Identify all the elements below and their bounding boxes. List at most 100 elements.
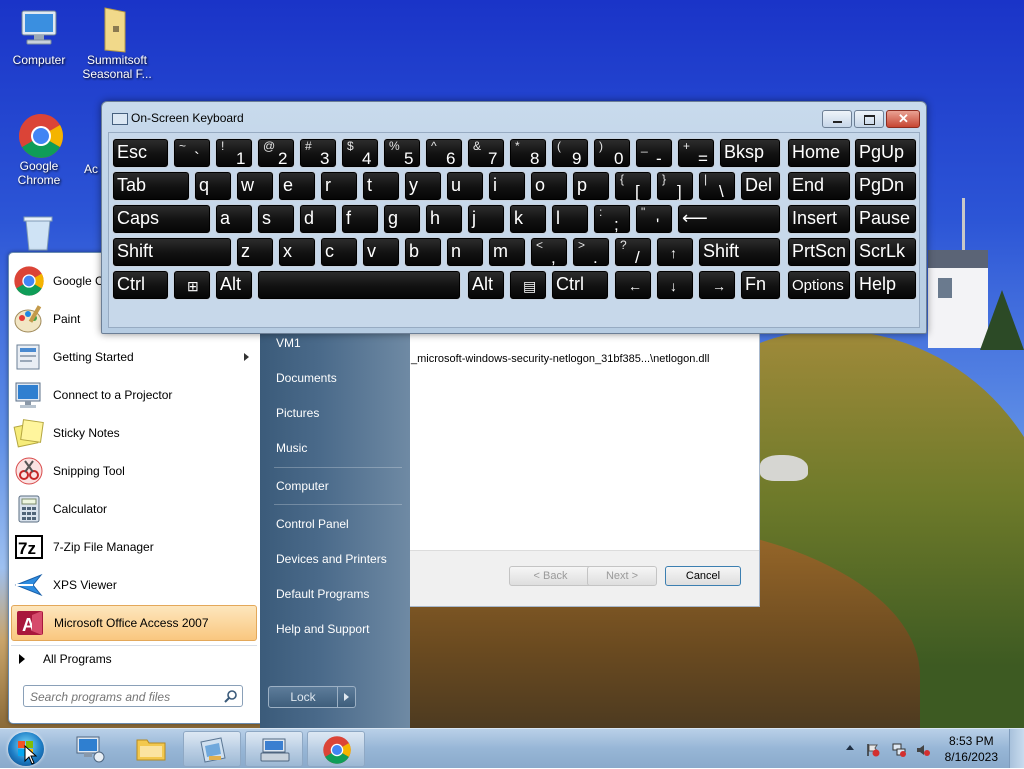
key-space[interactable] — [257, 270, 461, 300]
key-.[interactable]: >. — [572, 237, 610, 267]
key-0[interactable]: ) 0 — [593, 138, 631, 168]
desktop-icon-google-chrome[interactable]: Google Chrome — [1, 112, 77, 187]
key-4[interactable]: $4 — [341, 138, 379, 168]
key-9[interactable]: (9 — [551, 138, 589, 168]
key-caps[interactable]: Caps — [112, 204, 211, 234]
key-x[interactable]: x — [278, 237, 316, 267]
key-e[interactable]: e — [278, 171, 316, 201]
key-fn[interactable]: Fn — [740, 270, 781, 300]
key-\[interactable]: | \ — [698, 171, 736, 201]
key-prtscn[interactable]: PrtScn — [787, 237, 851, 267]
program-calculator[interactable]: Calculator — [11, 491, 257, 527]
lock-button[interactable]: Lock — [268, 686, 338, 708]
key-del[interactable]: Del — [740, 171, 781, 201]
taskbar-item-wizard[interactable] — [183, 731, 241, 767]
key-ctrl[interactable]: Ctrl — [551, 270, 609, 300]
network-tray-icon[interactable] — [892, 743, 906, 757]
key-w[interactable]: w — [236, 171, 274, 201]
key-esc[interactable]: Esc — [112, 138, 169, 168]
key-pgdn[interactable]: PgDn — [854, 171, 917, 201]
program-connect-projector[interactable]: Connect to a Projector — [11, 377, 257, 413]
key-insert[interactable]: Insert — [787, 204, 851, 234]
key-q[interactable]: q — [194, 171, 232, 201]
key-][interactable]: }] — [656, 171, 694, 201]
key-y[interactable]: y — [404, 171, 442, 201]
search-box[interactable] — [23, 685, 243, 707]
key-pgup[interactable]: PgUp — [854, 138, 917, 168]
key-j[interactable]: j — [467, 204, 505, 234]
key-help[interactable]: Help — [854, 270, 917, 300]
key-s[interactable]: s — [257, 204, 295, 234]
key-right-arrow[interactable]: → — [698, 270, 736, 300]
key-bksp[interactable]: Bksp — [719, 138, 781, 168]
key-n[interactable]: n — [446, 237, 484, 267]
key-i[interactable]: i — [488, 171, 526, 201]
search-input[interactable] — [28, 687, 222, 707]
key-u[interactable]: u — [446, 171, 484, 201]
start-item-pictures[interactable]: Pictures — [266, 398, 404, 428]
start-item-control-panel[interactable]: Control Panel — [266, 509, 404, 539]
maximize-button[interactable] — [854, 110, 884, 128]
key-k[interactable]: k — [509, 204, 547, 234]
taskbar-item-google-chrome[interactable] — [307, 731, 365, 767]
key-home[interactable]: Home — [787, 138, 851, 168]
key-;[interactable]: :; — [593, 204, 631, 234]
program-microsoft-office-access[interactable]: A Microsoft Office Access 2007 — [11, 605, 257, 641]
program-sticky-notes[interactable]: Sticky Notes — [11, 415, 257, 451]
key-[[interactable]: {[ — [614, 171, 652, 201]
show-desktop-button[interactable] — [1009, 729, 1024, 768]
search-icon[interactable] — [224, 690, 237, 703]
key-d[interactable]: d — [299, 204, 337, 234]
key-a[interactable]: a — [215, 204, 253, 234]
all-programs-button[interactable]: All Programs — [11, 645, 257, 672]
key-down-arrow[interactable]: ↓ — [656, 270, 694, 300]
desktop-icon-computer[interactable]: Computer — [1, 6, 77, 67]
key-enter[interactable]: ⟵ — [677, 204, 781, 234]
key-windows[interactable]: ⊞ — [173, 270, 211, 300]
start-item-music[interactable]: Music — [266, 433, 404, 463]
show-hidden-icons-arrow-icon[interactable] — [846, 745, 854, 750]
volume-muted-icon[interactable] — [916, 743, 930, 757]
start-item-computer[interactable]: Computer — [266, 471, 404, 501]
back-button[interactable]: < Back — [509, 566, 592, 586]
start-item-documents[interactable]: Documents — [266, 363, 404, 393]
key-r[interactable]: r — [320, 171, 358, 201]
key-p[interactable]: p — [572, 171, 610, 201]
start-item-default-programs[interactable]: Default Programs — [266, 579, 404, 609]
key-g[interactable]: g — [383, 204, 421, 234]
system-clock[interactable]: 8:53 PM 8/16/2023 — [945, 733, 998, 765]
taskbar-item-on-screen-keyboard[interactable] — [245, 731, 303, 767]
key-2[interactable]: @2 — [257, 138, 295, 168]
key-z[interactable]: z — [236, 237, 274, 267]
key-/[interactable]: ? / — [614, 237, 652, 267]
key-m[interactable]: m — [488, 237, 526, 267]
key-3[interactable]: #3 — [299, 138, 337, 168]
key-,[interactable]: <, — [530, 237, 568, 267]
key-options[interactable]: Options — [787, 270, 851, 300]
minimize-button[interactable] — [822, 110, 852, 128]
program-getting-started[interactable]: Getting Started — [11, 339, 257, 375]
shutdown-options-arrow-icon[interactable] — [338, 686, 356, 708]
key-shift[interactable]: Shift — [698, 237, 781, 267]
key-=[interactable]: + = — [677, 138, 715, 168]
desktop-icon-recycle-bin[interactable] — [18, 214, 58, 255]
key-up-arrow[interactable]: ↑ — [656, 237, 694, 267]
program-snipping-tool[interactable]: Snipping Tool — [11, 453, 257, 489]
key-menu[interactable]: ▤ — [509, 270, 547, 300]
cancel-button[interactable]: Cancel — [665, 566, 741, 586]
key-alt[interactable]: Alt — [215, 270, 253, 300]
desktop-icon-summitsoft[interactable]: Summitsoft Seasonal F... — [79, 6, 155, 81]
key-1[interactable]: ! 1 — [215, 138, 253, 168]
key-6[interactable]: ^ 6 — [425, 138, 463, 168]
program-7zip[interactable]: 7z 7-Zip File Manager — [11, 529, 257, 565]
key-`[interactable]: ~ ` — [173, 138, 211, 168]
key-o[interactable]: o — [530, 171, 568, 201]
key-pause[interactable]: Pause — [854, 204, 917, 234]
key-t[interactable]: t — [362, 171, 400, 201]
key-f[interactable]: f — [341, 204, 379, 234]
key-'[interactable]: " ' — [635, 204, 673, 234]
taskbar-item-network[interactable] — [61, 731, 119, 767]
start-item-devices-printers[interactable]: Devices and Printers — [266, 544, 404, 574]
key-7[interactable]: & 7 — [467, 138, 505, 168]
key-l[interactable]: l — [551, 204, 589, 234]
